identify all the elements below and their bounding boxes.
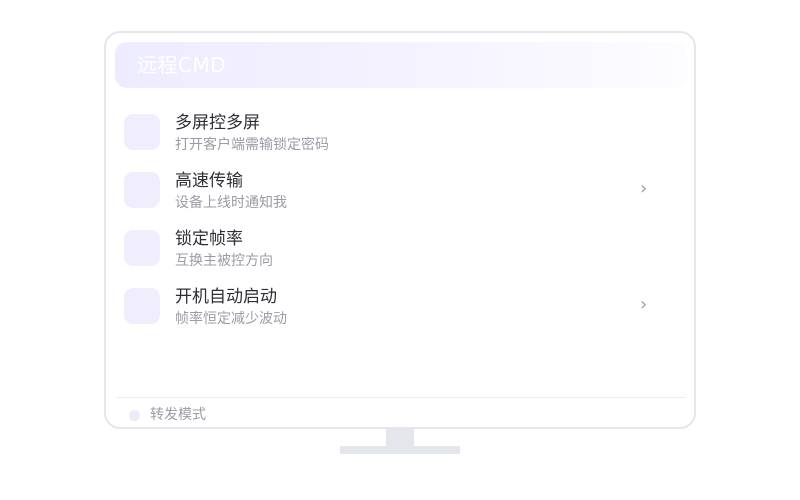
list-item-title: 多屏控多屏 [175, 113, 260, 133]
feature-icon [124, 288, 160, 324]
stage: 远程CMD 多屏控多屏 打开客户端需输锁定密码 高速传输 设备上线时通知我 › … [0, 0, 800, 500]
feature-icon [124, 230, 160, 266]
list-item-title: 锁定帧率 [175, 229, 243, 249]
monitor-stand-neck [386, 429, 414, 446]
list-item-title: 开机自动启动 [175, 287, 277, 307]
mode-indicator-dot [129, 410, 140, 421]
list-item-lock-frame-rate[interactable]: 锁定帧率 互换主被控方向 [124, 227, 676, 285]
title-bar: 远程CMD [115, 42, 687, 88]
list-item-high-speed-transfer[interactable]: 高速传输 设备上线时通知我 › [124, 169, 676, 227]
feature-icon [124, 114, 160, 150]
list-item-auto-start[interactable]: 开机自动启动 帧率恒定减少波动 › [124, 285, 676, 343]
list-item-subtitle: 帧率恒定减少波动 [175, 311, 287, 327]
chevron-right-icon[interactable]: › [640, 179, 647, 199]
settings-list: 多屏控多屏 打开客户端需输锁定密码 高速传输 设备上线时通知我 › 锁定帧率 互… [124, 111, 676, 343]
monitor-stand-base [340, 446, 460, 454]
list-item-subtitle: 设备上线时通知我 [175, 195, 287, 211]
list-item-subtitle: 打开客户端需输锁定密码 [175, 137, 329, 153]
monitor-frame: 远程CMD 多屏控多屏 打开客户端需输锁定密码 高速传输 设备上线时通知我 › … [104, 31, 696, 429]
chevron-right-icon[interactable]: › [640, 295, 647, 315]
window-title: 远程CMD [137, 53, 227, 77]
list-item-multi-screen[interactable]: 多屏控多屏 打开客户端需输锁定密码 [124, 111, 676, 169]
list-item-subtitle: 互换主被控方向 [175, 253, 273, 269]
footer-divider [116, 397, 686, 398]
feature-icon [124, 172, 160, 208]
forward-mode-label[interactable]: 转发模式 [150, 405, 206, 425]
list-item-title: 高速传输 [175, 171, 243, 191]
